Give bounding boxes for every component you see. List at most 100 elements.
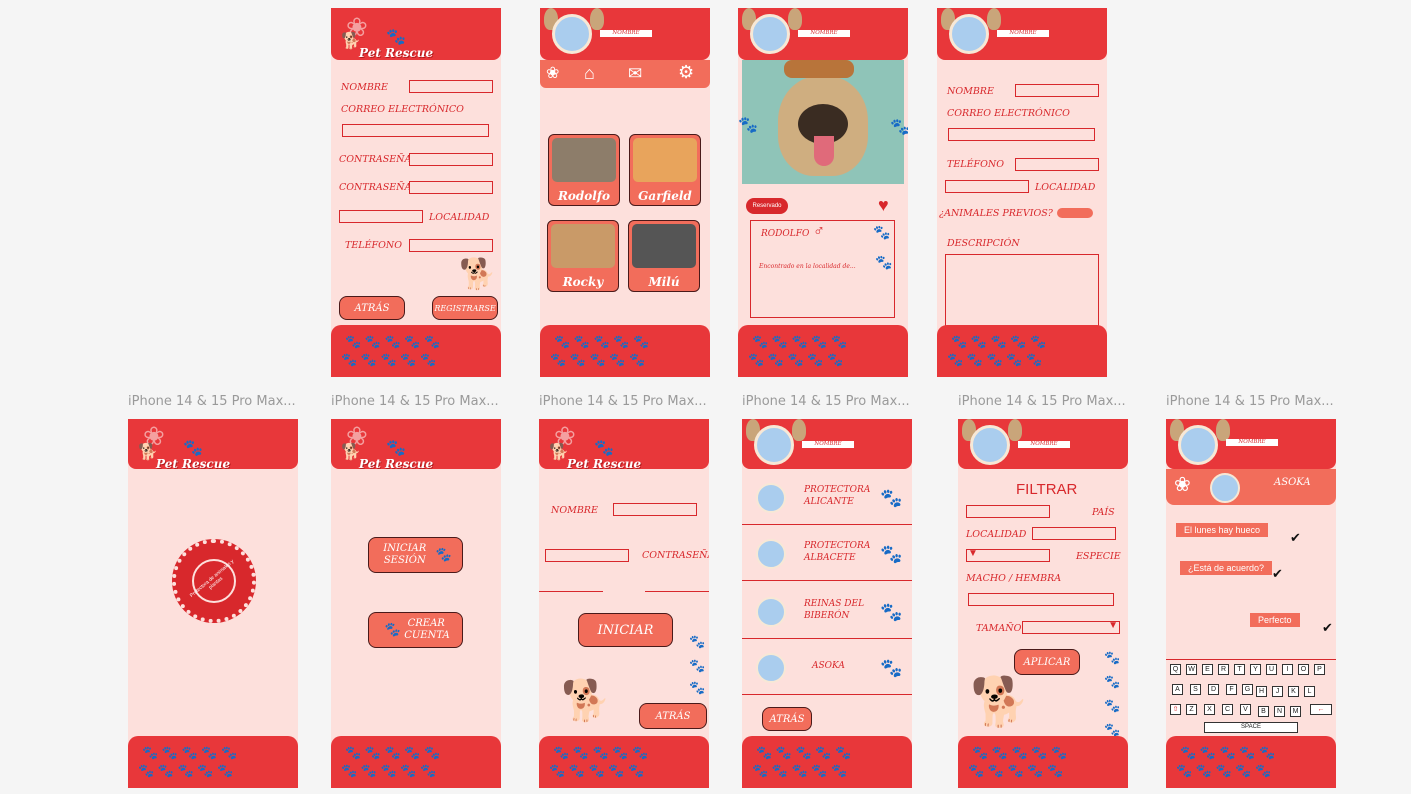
contrasena-confirm-field[interactable] <box>409 181 493 194</box>
favorite-heart-icon[interactable]: ♥ <box>878 196 889 214</box>
animales-toggle[interactable] <box>1057 208 1093 218</box>
atras-button[interactable]: ATRÁS <box>639 703 707 729</box>
sexo-field[interactable] <box>968 593 1114 606</box>
key[interactable]: I <box>1282 664 1293 675</box>
avatar[interactable] <box>1178 425 1218 465</box>
key[interactable]: Z <box>1186 704 1197 715</box>
atras-button[interactable]: ATRÁS <box>339 296 405 320</box>
avatar[interactable] <box>949 14 989 54</box>
key[interactable]: Y <box>1250 664 1261 675</box>
contrasena-field[interactable] <box>545 549 629 562</box>
registrarse-button[interactable]: REGISTRARSE <box>432 296 498 320</box>
key[interactable]: X <box>1204 704 1215 715</box>
pais-field[interactable] <box>966 505 1050 518</box>
nombre-field[interactable] <box>1015 84 1099 97</box>
iniciar-button[interactable]: INICIAR <box>578 613 673 647</box>
key[interactable]: O <box>1298 664 1309 675</box>
frame-login[interactable]: ❀ 🐕 🐾 Pet Rescue NOMBRE CONTRASEÑA INICI… <box>539 419 709 788</box>
ear-right <box>590 8 604 30</box>
key[interactable]: R <box>1218 664 1229 675</box>
localidad-field[interactable] <box>945 180 1029 193</box>
tamano-select[interactable]: ▼ <box>1022 620 1120 634</box>
key[interactable]: F <box>1226 684 1237 695</box>
chevron-down-icon: ▼ <box>968 548 978 559</box>
key[interactable]: H <box>1256 686 1267 697</box>
nombre-field[interactable] <box>409 80 493 93</box>
pet-card-rodolfo[interactable]: Rodolfo <box>548 134 620 206</box>
list-item[interactable]: ASOKA 🐾 <box>742 645 912 695</box>
avatar[interactable] <box>970 425 1010 465</box>
iniciar-sesion-button[interactable]: INICIAR SESIÓN 🐾 <box>368 537 463 573</box>
list-item[interactable]: PROTECTORA ALBACETE 🐾 <box>742 531 912 581</box>
atras-button[interactable]: ATRÁS <box>762 707 812 731</box>
key[interactable]: S <box>1190 684 1201 695</box>
shift-key[interactable]: ⇧ <box>1170 704 1181 715</box>
frame-chat[interactable]: NOMBRE ❀ ASOKA El lunes hay hueco ¿Está … <box>1166 419 1336 788</box>
nombre-label: NOMBRE <box>341 82 388 93</box>
frame-filtrar[interactable]: NOMBRE FILTRAR PAÍS LOCALIDAD ▼ ESPECIE … <box>958 419 1128 788</box>
frame-splash[interactable]: ❀ 🐕 🐾 Pet Rescue Protectora de animales … <box>128 419 298 788</box>
key[interactable]: W <box>1186 664 1197 675</box>
key[interactable]: N <box>1274 706 1285 717</box>
settings-icon[interactable]: ⚙ <box>678 63 694 81</box>
paw-nav-icon[interactable]: ❀ <box>546 66 559 82</box>
frame-profile[interactable]: NOMBRE NOMBRE CORREO ELECTRÓNICO TELÉFON… <box>937 8 1107 377</box>
dog-silhouette-icon: 🐕 <box>970 676 1030 729</box>
key[interactable]: M <box>1290 706 1301 717</box>
telefono-label: TELÉFONO <box>345 240 402 251</box>
descripcion-field[interactable] <box>945 254 1099 328</box>
keyboard[interactable]: Q W E R T Y U I O P A S D F G H J K L ⇧ … <box>1166 659 1336 737</box>
check-icon: ✔ <box>1290 530 1301 545</box>
frame-register[interactable]: ❀ 🐕 🐾 Pet Rescue NOMBRE CORREO ELECTRÓNI… <box>331 8 501 377</box>
avatar[interactable] <box>552 14 592 54</box>
frame-protectoras[interactable]: NOMBRE PROTECTORA ALICANTE 🐾 PROTECTORA … <box>742 419 912 788</box>
key[interactable]: T <box>1234 664 1245 675</box>
avatar[interactable] <box>750 14 790 54</box>
pet-card-milu[interactable]: Milú <box>628 220 700 292</box>
key[interactable]: B <box>1258 706 1269 717</box>
paw-icon: 🐾 <box>1104 698 1121 713</box>
correo-field[interactable] <box>948 128 1095 141</box>
key[interactable]: C <box>1222 704 1233 715</box>
key[interactable]: L <box>1304 686 1315 697</box>
key[interactable]: Q <box>1170 664 1181 675</box>
list-item[interactable]: REINAS DEL BIBERÓN 🐾 <box>742 589 912 639</box>
key[interactable]: G <box>1242 684 1253 695</box>
key[interactable]: K <box>1288 686 1299 697</box>
home-icon[interactable]: ⌂ <box>584 64 595 82</box>
key[interactable]: J <box>1272 686 1283 697</box>
footer: 🐾 🐾 🐾 🐾 🐾 🐾 🐾 🐾 🐾 🐾 <box>937 325 1107 377</box>
telefono-field[interactable] <box>409 239 493 252</box>
backspace-key[interactable]: ← <box>1310 704 1332 715</box>
name-tag: NOMBRE <box>1226 439 1278 446</box>
key[interactable]: E <box>1202 664 1213 675</box>
avatar[interactable] <box>754 425 794 465</box>
key[interactable]: V <box>1240 704 1251 715</box>
localidad-field[interactable] <box>339 210 423 223</box>
frame-welcome[interactable]: ❀ 🐕 🐾 Pet Rescue INICIAR SESIÓN 🐾 🐾 CREA… <box>331 419 501 788</box>
frame-pet-detail[interactable]: NOMBRE 🐾 🐾 Reservado ♥ RODOLFO ♂ Encontr… <box>738 8 908 377</box>
nombre-label: NOMBRE <box>551 505 598 516</box>
ear-right <box>987 8 1001 30</box>
list-item[interactable]: PROTECTORA ALICANTE 🐾 <box>742 475 912 525</box>
space-key[interactable]: SPACE <box>1204 722 1298 733</box>
pet-card-garfield[interactable]: Garfield <box>629 134 701 206</box>
pet-card-rocky[interactable]: Rocky <box>547 220 619 292</box>
crear-cuenta-button[interactable]: 🐾 CREAR CUENTA <box>368 612 463 648</box>
key[interactable]: U <box>1266 664 1277 675</box>
mail-icon[interactable]: ✉ <box>628 65 642 82</box>
contrasena-field[interactable] <box>409 153 493 166</box>
nombre-field[interactable] <box>613 503 697 516</box>
key[interactable]: P <box>1314 664 1325 675</box>
especie-select[interactable]: ▼ <box>966 548 1050 562</box>
pet-photo <box>552 138 616 182</box>
frame-home[interactable]: NOMBRE ❀ ⌂ ✉ ⚙ Rodolfo Garfield Rocky Mi… <box>540 8 710 377</box>
pet-name: RODOLFO <box>761 229 810 239</box>
key[interactable]: A <box>1172 684 1183 695</box>
telefono-field[interactable] <box>1015 158 1099 171</box>
correo-field[interactable] <box>342 124 489 137</box>
key[interactable]: D <box>1208 684 1219 695</box>
aplicar-button[interactable]: APLICAR <box>1014 649 1080 675</box>
especie-label: ESPECIE <box>1076 551 1121 562</box>
localidad-field[interactable] <box>1032 527 1116 540</box>
